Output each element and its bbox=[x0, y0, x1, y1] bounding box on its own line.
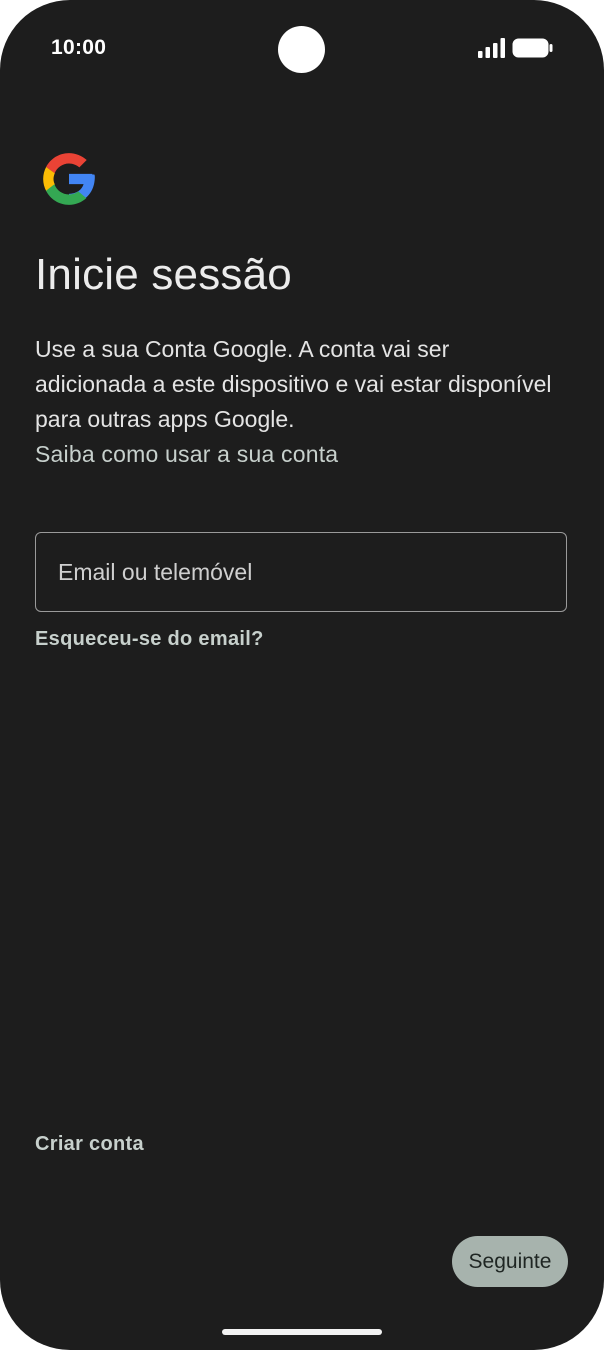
home-indicator[interactable] bbox=[222, 1329, 382, 1335]
learn-account-link[interactable]: Saiba como usar a sua conta bbox=[35, 437, 338, 472]
signal-icon bbox=[478, 38, 505, 58]
phone-screen: 10:00 Inicie sessão Use a sua Conta Goog… bbox=[0, 0, 604, 1350]
google-logo-icon bbox=[43, 153, 95, 205]
create-account-link[interactable]: Criar conta bbox=[35, 1133, 144, 1156]
status-time: 10:00 bbox=[51, 36, 107, 59]
forgot-email-link[interactable]: Esqueceu-se do email? bbox=[35, 628, 264, 651]
next-button[interactable]: Seguinte bbox=[452, 1236, 568, 1287]
email-input[interactable] bbox=[35, 532, 567, 612]
page-title: Inicie sessão bbox=[35, 250, 292, 299]
battery-icon bbox=[512, 38, 553, 58]
camera-cutout bbox=[278, 26, 325, 73]
status-bar: 10:00 bbox=[0, 0, 604, 96]
account-description: Use a sua Conta Google. A conta vai ser … bbox=[35, 336, 552, 432]
